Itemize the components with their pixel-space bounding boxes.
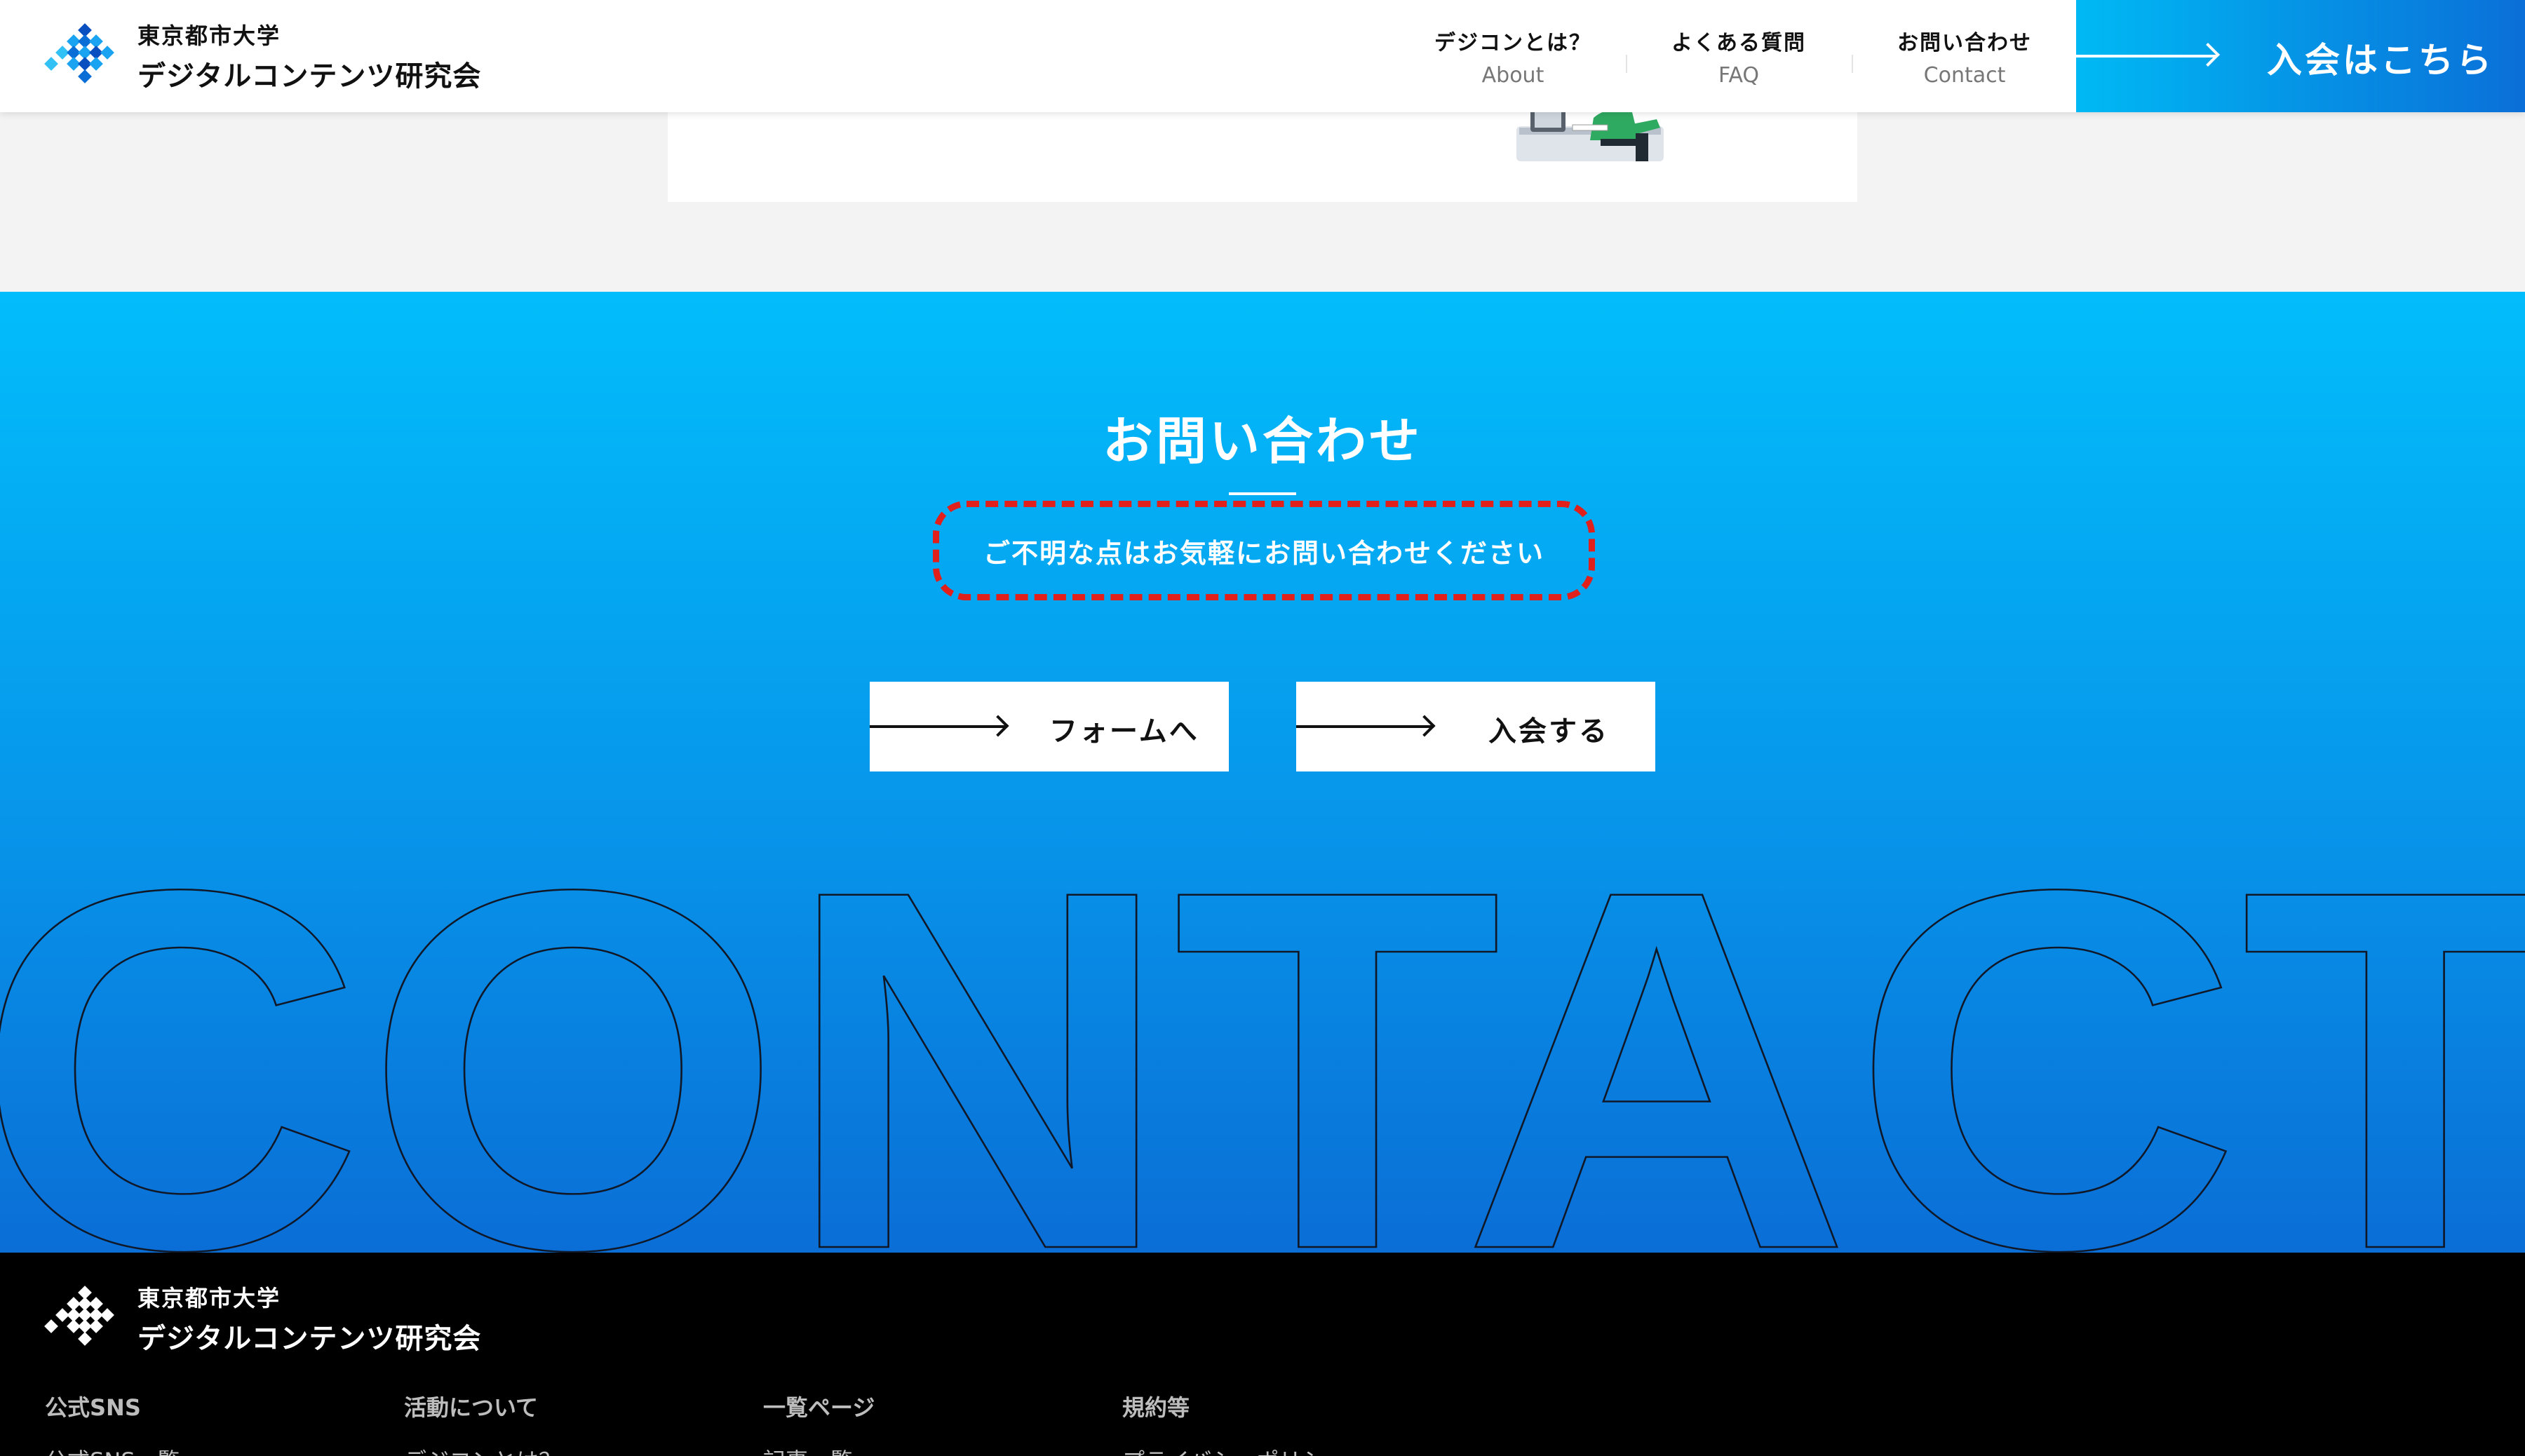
logo-university-name: 東京都市大学 <box>137 22 281 49</box>
footer-logo[interactable]: 東京都市大学 デジタルコンテンツ研究会 <box>42 1281 481 1356</box>
footer-column-activities: 活動について デジコンとは？ <box>404 1390 561 1456</box>
footer-column-terms: 規約等 プライバシーポリシー <box>1122 1390 1346 1456</box>
form-button-label: フォームへ <box>1049 715 1199 748</box>
arrow-right-icon <box>870 725 1007 728</box>
footer-link[interactable]: プライバシーポリシー <box>1122 1443 1346 1456</box>
nav-item-label-ja: お問い合わせ <box>1897 30 2032 55</box>
title-divider <box>1229 492 1296 495</box>
site-header: 東京都市大学 デジタルコンテンツ研究会 デジコンとは？ About よくある質問… <box>0 0 2525 112</box>
footer-link[interactable]: 記事一覧 <box>763 1443 875 1456</box>
highlighted-subtitle-box: ご不明な点はお気軽にお問い合わせください <box>933 501 1595 600</box>
main-nav: デジコンとは？ About よくある質問 FAQ お問い合わせ Contact <box>1400 21 2078 91</box>
footer-column-heading: 規約等 <box>1122 1394 1190 1421</box>
footer-column-heading: 活動について <box>404 1394 539 1421</box>
nav-item-about[interactable]: デジコンとは？ About <box>1400 21 1626 91</box>
nav-item-label-ja: よくある質問 <box>1671 30 1806 55</box>
contact-background-word: CONTACT <box>0 868 2525 1253</box>
footer-column-lists: 一覧ページ 記事一覧 <box>763 1390 875 1456</box>
contact-subtitle: ご不明な点はお気軽にお問い合わせください <box>983 537 1544 569</box>
footer-column-heading: 公式SNS <box>45 1394 141 1421</box>
join-cta-label: 入会はこちら <box>2267 40 2494 81</box>
arrow-right-icon <box>1296 725 1434 728</box>
arrow-right-icon <box>2076 55 2216 58</box>
nav-item-contact[interactable]: お問い合わせ Contact <box>1852 21 2078 91</box>
footer-club-name: デジタルコンテンツ研究会 <box>137 1323 482 1355</box>
join-cta-button[interactable]: 入会はこちら <box>2076 0 2525 112</box>
contact-title: お問い合わせ <box>1102 412 1422 471</box>
site-footer: 東京都市大学 デジタルコンテンツ研究会 公式SNS 公式SNS一覧 活動について… <box>0 1253 2525 1456</box>
footer-link[interactable]: 公式SNS一覧 <box>45 1443 180 1456</box>
logo-diamond-mosaic-icon <box>44 23 114 83</box>
nav-item-label-en: Contact <box>1923 62 2006 88</box>
footer-university-name: 東京都市大学 <box>137 1285 281 1312</box>
site-logo[interactable]: 東京都市大学 デジタルコンテンツ研究会 <box>42 21 482 93</box>
logo-diamond-mosaic-icon <box>44 1286 114 1346</box>
join-button[interactable]: 入会する <box>1296 682 1655 771</box>
contact-section: お問い合わせ ご不明な点はお気軽にお問い合わせください フォームへ 入会する C… <box>0 292 2525 1253</box>
footer-link[interactable]: デジコンとは？ <box>404 1443 561 1456</box>
contact-outline-text: CONTACT <box>0 868 2525 1253</box>
logo-club-name: デジタルコンテンツ研究会 <box>137 60 482 93</box>
join-button-label: 入会する <box>1488 715 1609 748</box>
nav-item-label-en: About <box>1481 62 1544 88</box>
nav-item-label-ja: デジコンとは？ <box>1434 30 1591 55</box>
nav-item-faq[interactable]: よくある質問 FAQ <box>1626 21 1852 91</box>
footer-column-sns: 公式SNS 公式SNS一覧 <box>45 1390 180 1456</box>
nav-item-label-en: FAQ <box>1718 62 1760 88</box>
form-button[interactable]: フォームへ <box>870 682 1229 771</box>
footer-column-heading: 一覧ページ <box>763 1394 875 1421</box>
